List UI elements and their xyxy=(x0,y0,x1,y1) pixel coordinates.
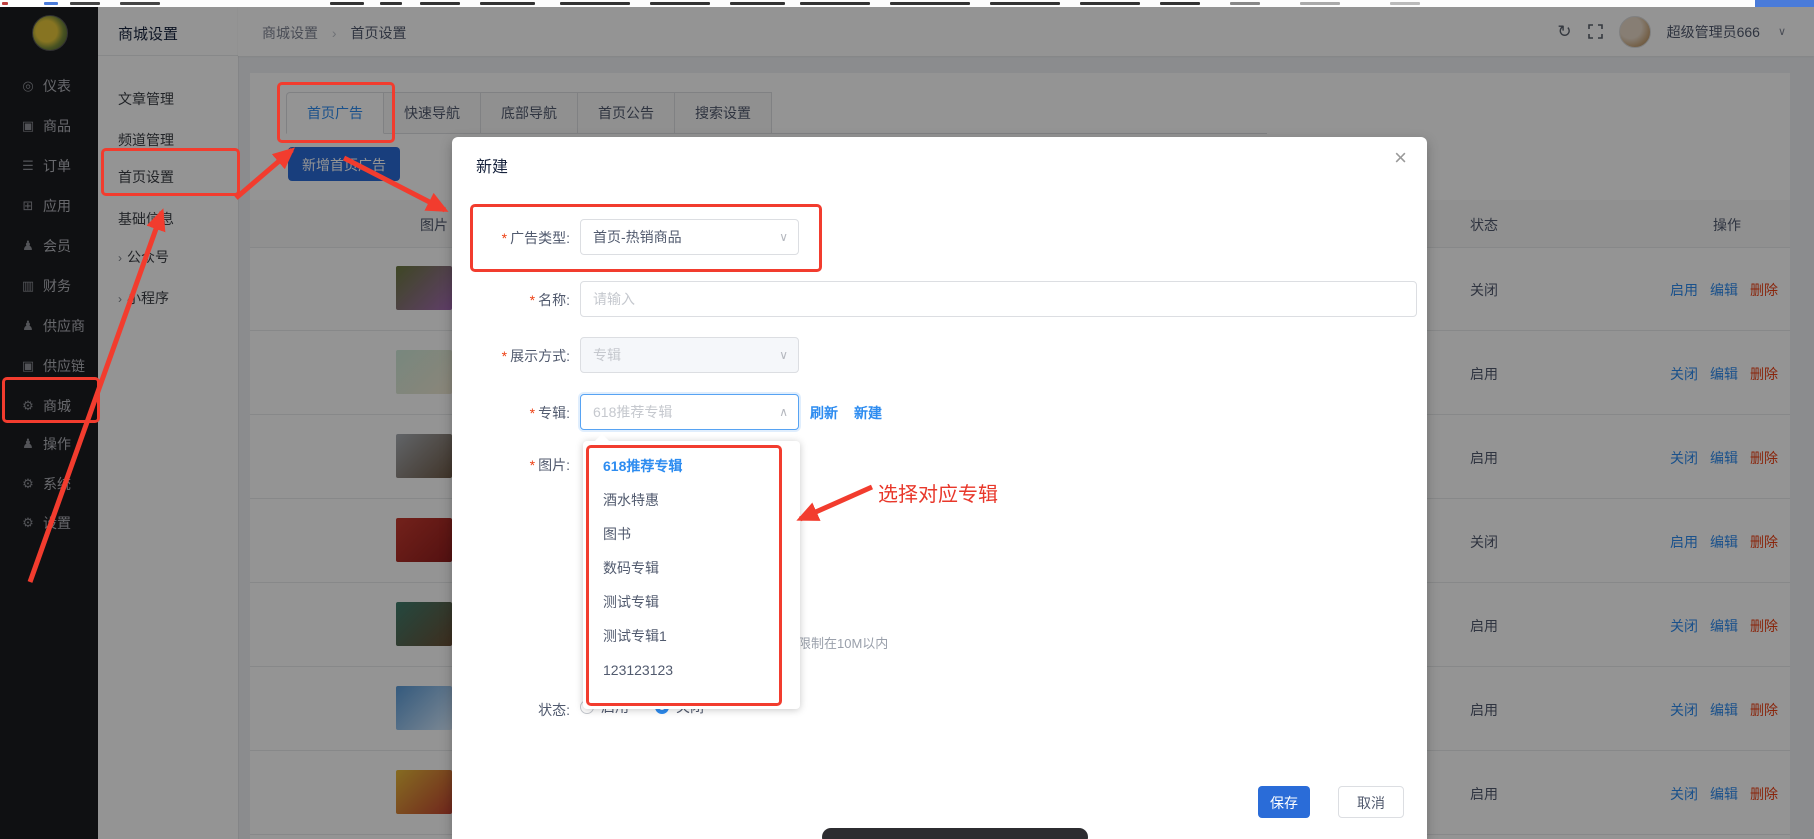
ad-type-select[interactable]: 首页-热销商品 ∨ xyxy=(580,219,799,255)
bookmark-fragment xyxy=(480,2,535,5)
bookmark-fragment xyxy=(730,2,785,5)
album-dropdown: 618推荐专辑酒水特惠图书数码专辑测试专辑测试专辑1123123123 xyxy=(583,441,800,709)
dropdown-option[interactable]: 图书 xyxy=(583,517,800,551)
annotation-note: 选择对应专辑 xyxy=(878,478,998,507)
bookmark-fragment xyxy=(44,2,58,5)
save-button[interactable]: 保存 xyxy=(1258,786,1310,818)
bookmark-fragment xyxy=(2,2,8,5)
album-select[interactable]: 618推荐专辑 ∧ xyxy=(580,394,799,430)
display-mode-value: 专辑 xyxy=(593,347,621,363)
close-icon[interactable]: × xyxy=(1394,147,1407,169)
image-label: 图片: xyxy=(452,455,570,475)
album-placeholder: 618推荐专辑 xyxy=(593,404,672,420)
bookmark-fragment xyxy=(1390,2,1420,5)
bookmark-fragment xyxy=(1160,2,1200,5)
bookmark-fragment xyxy=(890,2,970,5)
name-label: 名称: xyxy=(452,290,570,310)
bookmark-fragment xyxy=(1230,2,1260,5)
new-album-link[interactable]: 新建 xyxy=(854,403,882,423)
bookmark-fragment xyxy=(380,2,402,5)
admin-app: ◎仪表▣商品☰订单⊞应用♟会员▥财务♟供应商▣供应链⚙商城♟操作⚙系统⚙设置 商… xyxy=(0,0,1814,839)
bookmark-fragment xyxy=(800,2,870,5)
bookmark-fragment xyxy=(70,2,100,5)
display-mode-label: 展示方式: xyxy=(452,346,570,366)
image-size-hint: 限制在10M以内 xyxy=(798,633,888,652)
ad-type-label: 广告类型: xyxy=(452,228,570,248)
display-mode-select: 专辑 ∨ xyxy=(580,337,799,373)
chevron-up-icon: ∧ xyxy=(779,395,788,429)
bookmark-fragment xyxy=(650,2,710,5)
name-input[interactable]: 请输入 xyxy=(580,281,1417,317)
bookmark-fragment xyxy=(560,2,630,5)
chevron-down-icon: ∨ xyxy=(779,338,788,372)
album-link-group: 刷新 新建 xyxy=(810,403,882,423)
bookmark-fragment xyxy=(1300,2,1340,5)
dropdown-option[interactable]: 123123123 xyxy=(583,653,800,687)
dropdown-option[interactable]: 酒水特惠 xyxy=(583,483,800,517)
name-placeholder: 请输入 xyxy=(593,291,635,307)
browser-button-fragment xyxy=(1755,0,1814,7)
bookmark-fragment xyxy=(1080,2,1140,5)
dropdown-option-list: 618推荐专辑酒水特惠图书数码专辑测试专辑测试专辑1123123123 xyxy=(583,441,800,687)
screen-bottom-pill xyxy=(822,828,1088,839)
dropdown-option[interactable]: 数码专辑 xyxy=(583,551,800,585)
dropdown-option[interactable]: 测试专辑1 xyxy=(583,619,800,653)
bookmark-fragment xyxy=(990,2,1060,5)
ad-type-value: 首页-热销商品 xyxy=(593,229,682,245)
dialog-title: 新建 xyxy=(476,153,508,177)
album-label: 专辑: xyxy=(452,403,570,423)
cancel-button[interactable]: 取消 xyxy=(1338,786,1404,818)
bookmark-fragment xyxy=(120,2,160,5)
dropdown-option[interactable]: 618推荐专辑 xyxy=(583,449,800,483)
browser-top-strip xyxy=(0,0,1814,7)
bookmark-fragment xyxy=(330,2,364,5)
dropdown-option[interactable]: 测试专辑 xyxy=(583,585,800,619)
chevron-down-icon: ∨ xyxy=(779,220,788,254)
refresh-album-link[interactable]: 刷新 xyxy=(810,403,838,423)
status-label: 状态: xyxy=(452,700,570,720)
bookmark-fragment xyxy=(420,2,460,5)
